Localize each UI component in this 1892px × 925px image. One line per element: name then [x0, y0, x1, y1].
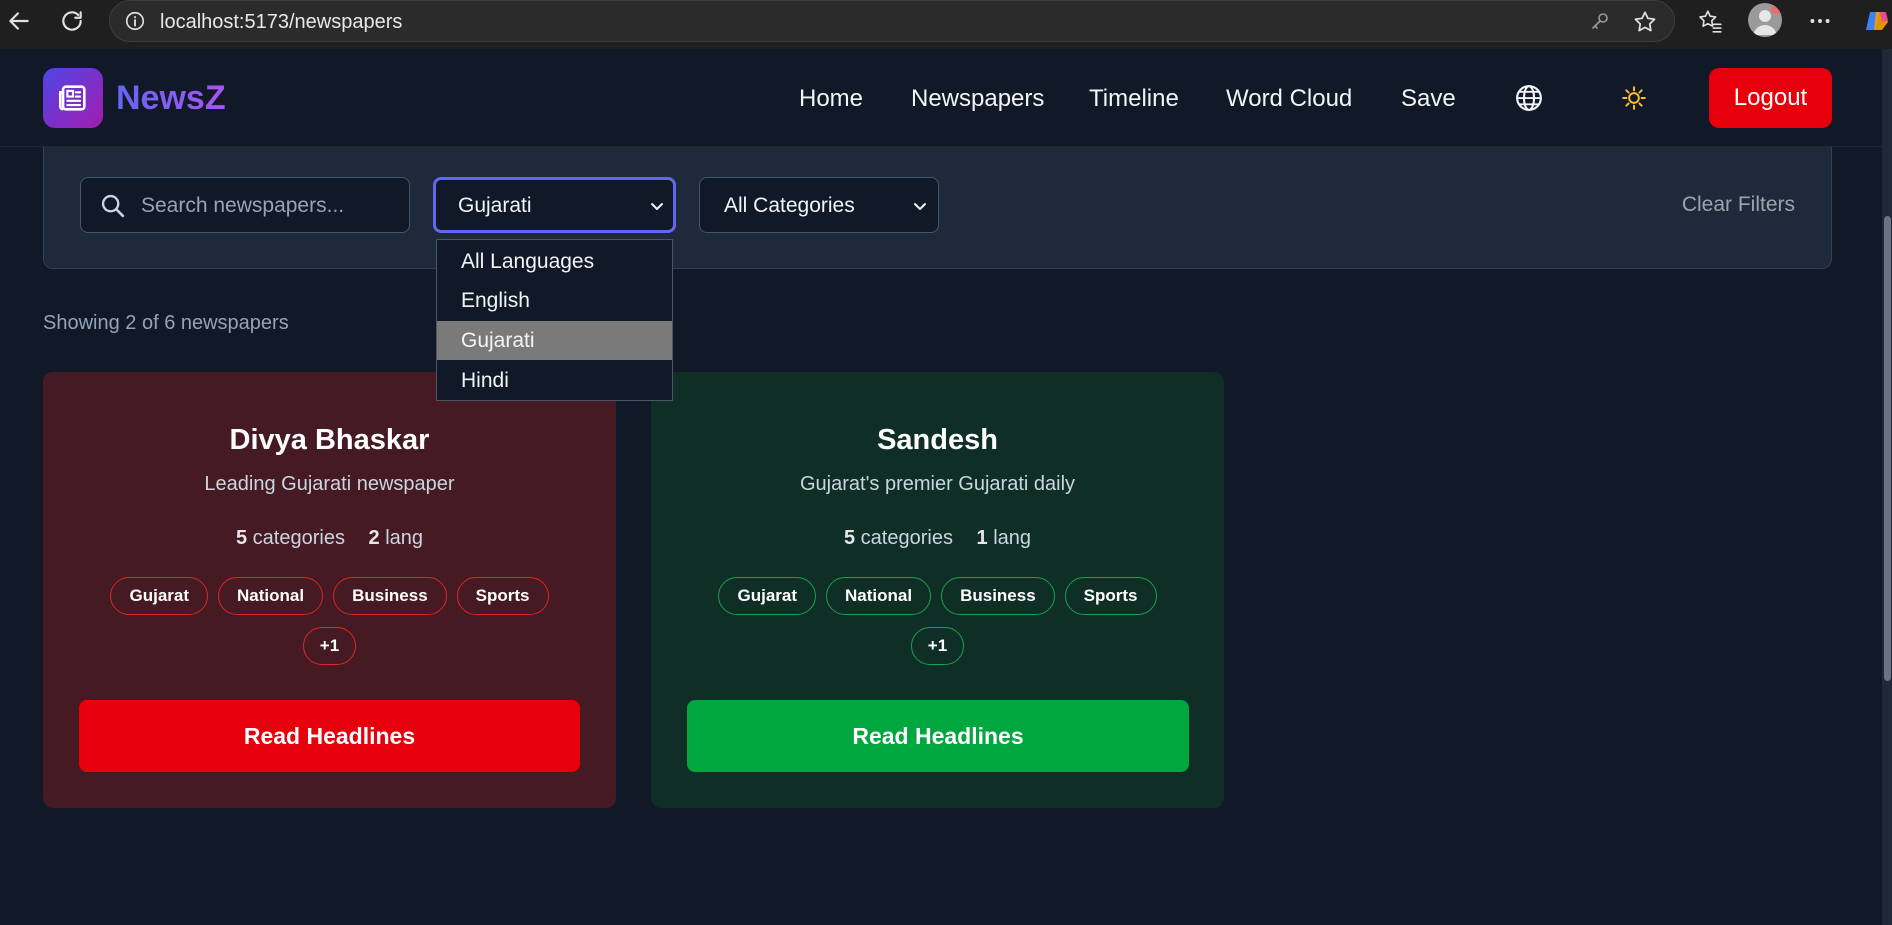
avatar[interactable] — [1748, 3, 1782, 37]
category-select[interactable]: All Categories — [699, 177, 939, 233]
nav-home[interactable]: Home — [799, 85, 863, 113]
app-header: NewsZ Home Newspapers Timeline Word Clou… — [0, 49, 1892, 147]
tag-gujarat[interactable]: Gujarat — [718, 577, 817, 615]
notification-dot — [1771, 4, 1781, 14]
clear-filters-button[interactable]: Clear Filters — [1682, 193, 1795, 217]
page-scrollbar[interactable] — [1882, 49, 1892, 925]
nav-newspapers[interactable]: Newspapers — [911, 85, 1044, 113]
globe-icon[interactable] — [1512, 81, 1546, 115]
categories-label: categories — [252, 527, 345, 549]
card-description: Leading Gujarati newspaper — [204, 473, 455, 495]
language-select-value: Gujarati — [458, 194, 532, 217]
scrollbar-thumb[interactable] — [1884, 216, 1891, 681]
tag-gujarat[interactable]: Gujarat — [110, 577, 209, 615]
sun-icon[interactable] — [1617, 81, 1651, 115]
language-option-english[interactable]: English — [437, 281, 672, 320]
url-text[interactable]: localhost:5173/newspapers — [160, 11, 402, 34]
address-bar[interactable]: localhost:5173/newspapers — [109, 0, 1675, 42]
card-stats: 5 categories 2 lang — [43, 527, 616, 550]
lang-count: 1 — [976, 527, 988, 549]
logout-button[interactable]: Logout — [1709, 68, 1832, 128]
nav-save[interactable]: Save — [1401, 85, 1456, 113]
info-icon[interactable] — [124, 10, 146, 37]
app-name[interactable]: NewsZ — [116, 79, 226, 118]
browser-toolbar: localhost:5173/newspapers — [0, 0, 1892, 49]
read-headlines-button[interactable]: Read Headlines — [79, 700, 580, 772]
filter-panel: Search newspapers... Gujarati All Catego… — [43, 147, 1832, 269]
card-title: Divya Bhaskar — [229, 424, 430, 456]
tag-list: Gujarat National Business Sports +1 — [651, 577, 1224, 677]
tag-sports[interactable]: Sports — [1064, 577, 1157, 615]
arrow-left-icon[interactable] — [6, 8, 32, 34]
results-count: Showing 2 of 6 newspapers — [43, 312, 289, 334]
star-icon[interactable] — [1632, 9, 1658, 40]
newspaper-icon[interactable] — [43, 68, 103, 128]
language-option-hindi[interactable]: Hindi — [437, 361, 672, 400]
tag-sports[interactable]: Sports — [456, 577, 549, 615]
categories-count: 5 — [235, 527, 248, 549]
newspaper-card: Sandesh Gujarat's premier Gujarati daily… — [651, 372, 1224, 808]
categories-count: 5 — [843, 527, 856, 549]
category-select-value: All Categories — [724, 194, 855, 217]
search-icon — [99, 192, 127, 225]
language-option-all[interactable]: All Languages — [437, 242, 672, 281]
tag-list: Gujarat National Business Sports +1 — [43, 577, 616, 677]
key-icon[interactable] — [1588, 9, 1612, 38]
search-input[interactable]: Search newspapers... — [80, 177, 410, 233]
tag-national[interactable]: National — [218, 577, 324, 615]
language-option-gujarati[interactable]: Gujarati — [437, 321, 672, 360]
newspaper-card: Divya Bhaskar Leading Gujarati newspaper… — [43, 372, 616, 808]
lang-label: lang — [385, 527, 424, 549]
chevron-down-icon — [649, 198, 665, 219]
tag-national[interactable]: National — [826, 577, 932, 615]
categories-label: categories — [860, 527, 953, 549]
read-headlines-button[interactable]: Read Headlines — [687, 700, 1189, 772]
language-dropdown-list: All Languages English Gujarati Hindi — [436, 239, 673, 401]
more-icon[interactable] — [1807, 8, 1833, 34]
tag-business[interactable]: Business — [333, 577, 447, 615]
card-description: Gujarat's premier Gujarati daily — [799, 473, 1076, 495]
nav-timeline[interactable]: Timeline — [1089, 85, 1179, 113]
lang-count: 2 — [368, 527, 380, 549]
tag-more[interactable]: +1 — [302, 627, 357, 665]
nav-word-cloud[interactable]: Word Cloud — [1226, 85, 1352, 113]
language-select[interactable]: Gujarati — [433, 177, 676, 233]
search-placeholder: Search newspapers... — [141, 194, 345, 217]
chevron-down-icon — [912, 198, 928, 219]
favorites-icon[interactable] — [1697, 8, 1723, 34]
tag-more[interactable]: +1 — [910, 627, 965, 665]
refresh-icon[interactable] — [59, 8, 85, 34]
copilot-icon[interactable] — [1862, 8, 1892, 34]
lang-label: lang — [993, 527, 1032, 549]
card-stats: 5 categories 1 lang — [651, 527, 1224, 550]
card-title: Sandesh — [877, 424, 998, 456]
tag-business[interactable]: Business — [941, 577, 1055, 615]
